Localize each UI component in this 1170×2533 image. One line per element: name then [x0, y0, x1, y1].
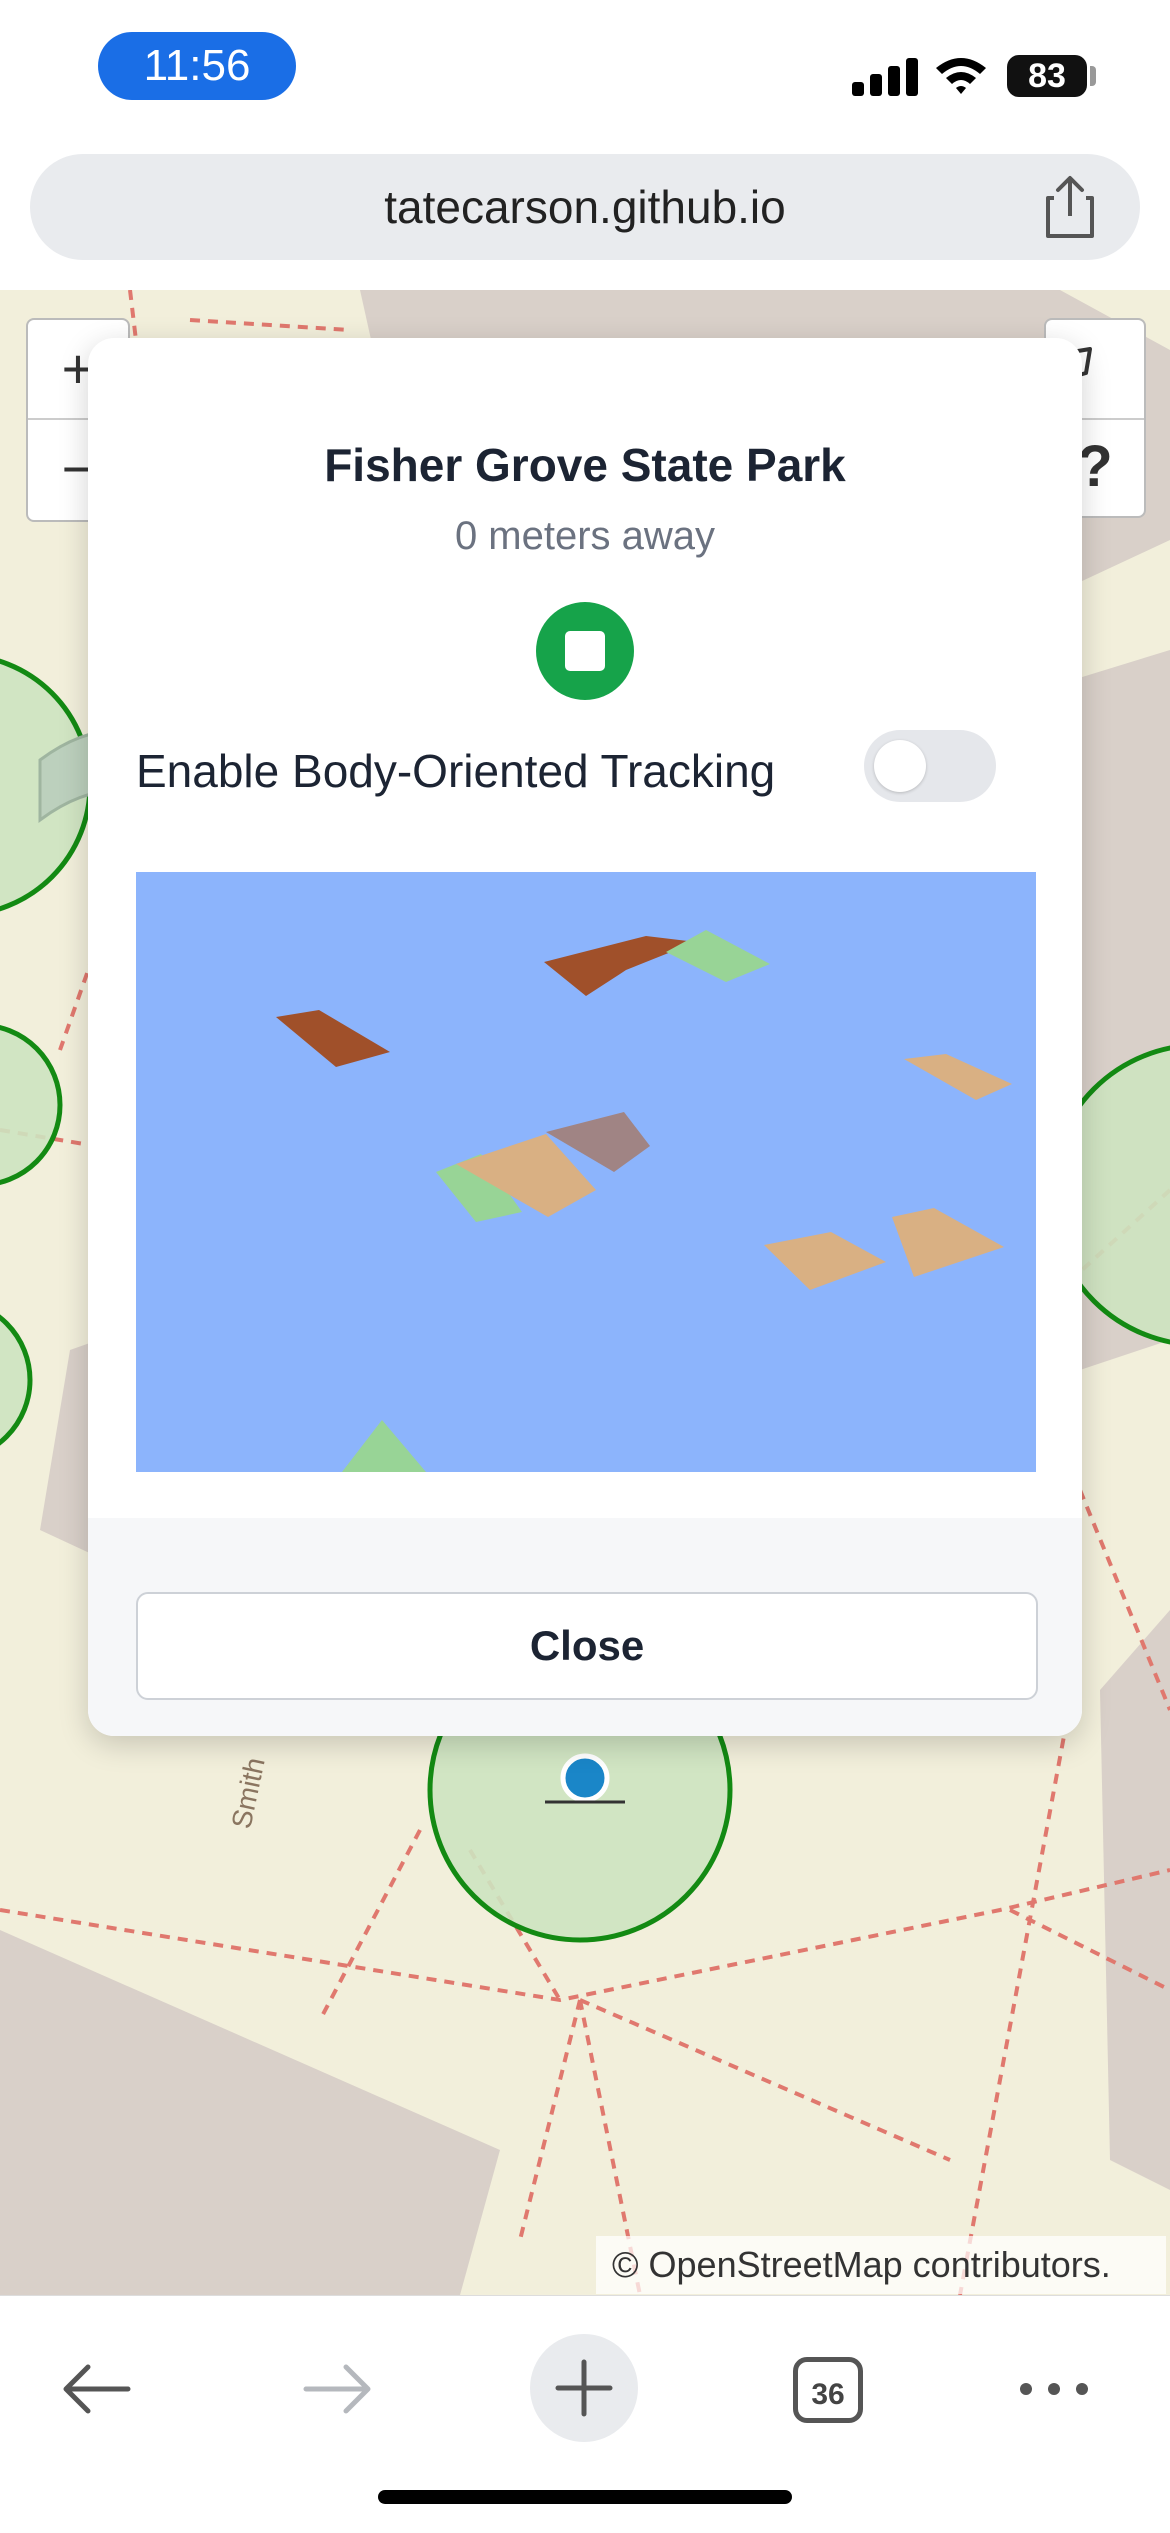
distance-text: 0 meters away	[454, 514, 716, 558]
scene-shape-green	[666, 930, 770, 982]
scene-view[interactable]	[136, 872, 1036, 1472]
status-time: 11:56	[98, 32, 296, 100]
toggle-knob	[874, 740, 926, 792]
signal-icon	[852, 58, 918, 96]
map-attribution: © OpenStreetMap contributors.	[596, 2236, 1166, 2294]
scene-shape-brown	[276, 1010, 390, 1067]
stop-icon	[565, 631, 605, 671]
battery-cap	[1090, 66, 1096, 86]
url-text: tatecarson.github.io	[384, 181, 786, 233]
scene-shape-brown	[544, 936, 696, 996]
close-button[interactable]: Close	[136, 1592, 1038, 1700]
status-bar: 11:56 83	[0, 0, 1170, 140]
scene-shape-green	[342, 1420, 426, 1472]
plus-icon[interactable]	[530, 2334, 638, 2442]
wifi-icon	[936, 58, 986, 94]
address-bar[interactable]: tatecarson.github.io	[30, 154, 1140, 260]
body-tracking-toggle[interactable]	[864, 730, 996, 802]
more-icon[interactable]	[1018, 2336, 1090, 2442]
scene-shape-tan	[892, 1208, 1004, 1277]
location-modal: Fisher Grove State Park 0 meters away En…	[88, 338, 1082, 1736]
scene-shape-tan	[764, 1232, 886, 1290]
map-street-label: Smith	[226, 1755, 271, 1831]
user-location-marker	[560, 1753, 610, 1803]
home-indicator	[378, 2490, 792, 2504]
scene-canvas	[276, 930, 1012, 1472]
share-icon[interactable]	[1040, 174, 1100, 240]
modal-title: Fisher Grove State Park	[324, 439, 846, 491]
toggle-label: Enable Body-Oriented Tracking	[136, 745, 776, 797]
map-building	[0, 1930, 500, 2295]
stop-button[interactable]	[536, 602, 634, 700]
tab-count-button[interactable]: 36	[793, 2357, 863, 2423]
scene-shape-tan	[904, 1054, 1012, 1100]
back-arrow-icon[interactable]	[58, 2336, 134, 2442]
map-building	[1100, 1610, 1170, 2190]
battery-icon: 83	[1007, 55, 1087, 97]
forward-arrow-icon[interactable]	[300, 2336, 376, 2442]
modal-footer: Close	[88, 1518, 1082, 1736]
